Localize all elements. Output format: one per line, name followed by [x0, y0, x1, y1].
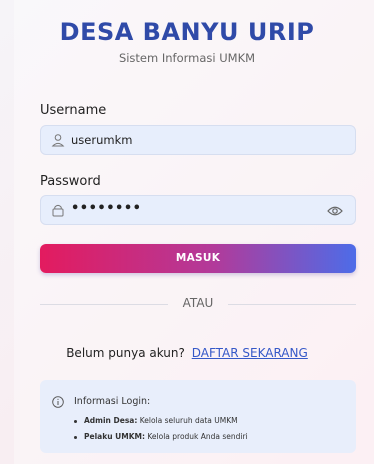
divider-line-left [40, 304, 168, 305]
login-button[interactable]: MASUK [40, 244, 356, 273]
lock-icon [52, 204, 64, 217]
eye-icon[interactable] [327, 204, 343, 218]
signup-link[interactable]: DAFTAR SEKARANG [192, 346, 308, 360]
password-field[interactable]: •••••••• [40, 195, 356, 225]
info-title: Informasi Login: [74, 396, 151, 407]
bullet [74, 419, 77, 423]
username-value: userumkm [71, 133, 133, 147]
info-role: Admin Desa: [84, 416, 138, 425]
info-desc: Kelola seluruh data UMKM [139, 416, 238, 425]
info-role: Pelaku UMKM: [84, 432, 145, 441]
divider-line-right [228, 304, 356, 305]
page-subtitle: Sistem Informasi UMKM [118, 51, 256, 65]
page-title: DESA BANYU URIP [59, 18, 315, 46]
divider-text: ATAU [182, 296, 214, 310]
info-box: Informasi Login: Admin Desa: Kelola selu… [40, 380, 356, 453]
signup-prompt: Belum punya akun? [66, 346, 185, 360]
username-label: Username [40, 103, 107, 118]
bullet [74, 435, 77, 439]
info-item-admin: Admin Desa: Kelola seluruh data UMKM [74, 416, 238, 425]
password-label: Password [40, 174, 101, 189]
signup-row: Belum punya akun? DAFTAR SEKARANG [0, 346, 374, 360]
user-icon [51, 134, 65, 147]
info-desc: Kelola produk Anda sendiri [147, 432, 248, 441]
info-item-pelaku: Pelaku UMKM: Kelola produk Anda sendiri [74, 432, 248, 441]
password-value: •••••••• [71, 201, 142, 216]
username-field[interactable]: userumkm [40, 125, 356, 155]
info-icon [52, 396, 64, 408]
